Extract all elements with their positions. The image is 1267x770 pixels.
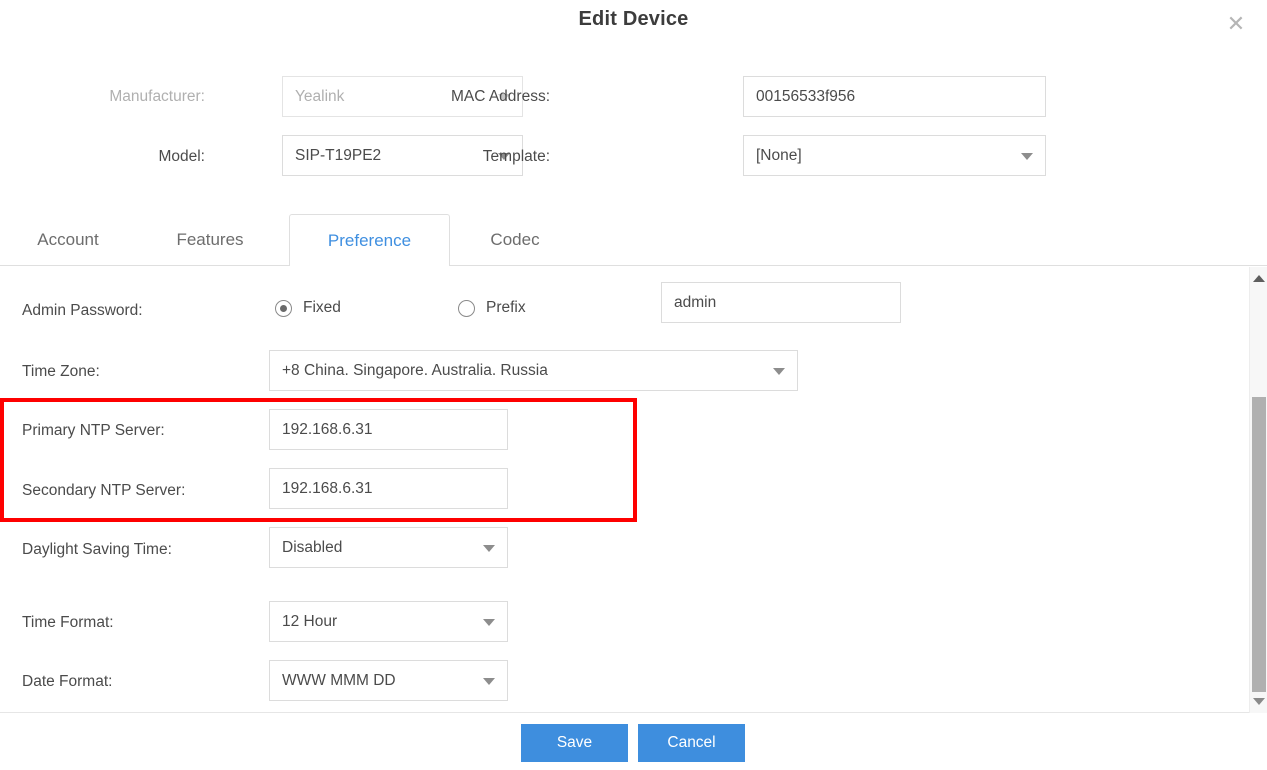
- time-format-value: 12 Hour: [282, 612, 338, 630]
- save-button[interactable]: Save: [521, 724, 628, 762]
- edit-device-dialog: Edit Device ✕ Manufacturer: Yealink MAC …: [0, 0, 1267, 770]
- secondary-ntp-label: Secondary NTP Server:: [22, 482, 186, 499]
- chevron-down-icon: [483, 618, 495, 626]
- mac-address-input[interactable]: 00156533f956: [743, 76, 1046, 117]
- secondary-ntp-value: 192.168.6.31: [282, 479, 373, 497]
- primary-ntp-label: Primary NTP Server:: [22, 422, 165, 439]
- admin-password-value: admin: [674, 293, 717, 311]
- triangle-down-icon[interactable]: [1250, 693, 1267, 710]
- primary-ntp-input[interactable]: 192.168.6.31: [269, 409, 508, 450]
- preference-panel: Admin Password: Fixed Prefix admin Time …: [0, 266, 1267, 713]
- chevron-down-icon: [483, 677, 495, 685]
- admin-password-label: Admin Password:: [22, 302, 143, 319]
- daylight-saving-label: Daylight Saving Time:: [22, 541, 172, 558]
- radio-fixed-indicator: [275, 299, 292, 317]
- template-select[interactable]: [None]: [743, 135, 1046, 176]
- tab-account[interactable]: Account: [22, 214, 114, 266]
- panel-scrollbar[interactable]: [1249, 267, 1267, 713]
- model-label: Model:: [158, 148, 205, 165]
- admin-password-radio-fixed[interactable]: Fixed: [275, 299, 341, 317]
- triangle-up-icon[interactable]: [1250, 270, 1267, 287]
- manufacturer-value: Yealink: [295, 87, 345, 105]
- template-value: [None]: [756, 146, 802, 164]
- close-icon[interactable]: ✕: [1223, 12, 1249, 38]
- date-format-label: Date Format:: [22, 673, 113, 690]
- daylight-saving-value: Disabled: [282, 538, 343, 556]
- tab-features[interactable]: Features: [152, 214, 268, 266]
- time-zone-label: Time Zone:: [22, 363, 100, 380]
- tab-bar: Account Features Preference Codec: [0, 214, 1267, 267]
- mac-address-label: MAC Address:: [450, 88, 550, 105]
- cancel-button[interactable]: Cancel: [638, 724, 745, 762]
- time-zone-value: +8 China. Singapore. Australia. Russia: [282, 361, 548, 379]
- secondary-ntp-input[interactable]: 192.168.6.31: [269, 468, 508, 509]
- admin-password-radio-prefix[interactable]: Prefix: [458, 299, 526, 317]
- tab-codec[interactable]: Codec: [465, 214, 565, 266]
- primary-ntp-value: 192.168.6.31: [282, 420, 373, 438]
- admin-password-input[interactable]: admin: [661, 282, 901, 323]
- template-label: Template:: [482, 148, 550, 165]
- date-format-select[interactable]: WWW MMM DD: [269, 660, 508, 701]
- dialog-title: Edit Device: [578, 8, 689, 30]
- date-format-value: WWW MMM DD: [282, 671, 396, 689]
- scrollbar-thumb[interactable]: [1252, 397, 1266, 692]
- chevron-down-icon: [1021, 152, 1033, 160]
- daylight-saving-select[interactable]: Disabled: [269, 527, 508, 568]
- chevron-down-icon: [483, 544, 495, 552]
- time-format-select[interactable]: 12 Hour: [269, 601, 508, 642]
- mac-address-value: 00156533f956: [756, 87, 856, 105]
- manufacturer-label: Manufacturer:: [109, 88, 205, 105]
- radio-fixed-label: Fixed: [303, 299, 341, 316]
- radio-prefix-indicator: [458, 299, 475, 317]
- time-zone-select[interactable]: +8 China. Singapore. Australia. Russia: [269, 350, 798, 391]
- tab-preference[interactable]: Preference: [289, 214, 450, 267]
- time-format-label: Time Format:: [22, 614, 114, 631]
- radio-prefix-label: Prefix: [486, 299, 526, 316]
- chevron-down-icon: [773, 367, 785, 375]
